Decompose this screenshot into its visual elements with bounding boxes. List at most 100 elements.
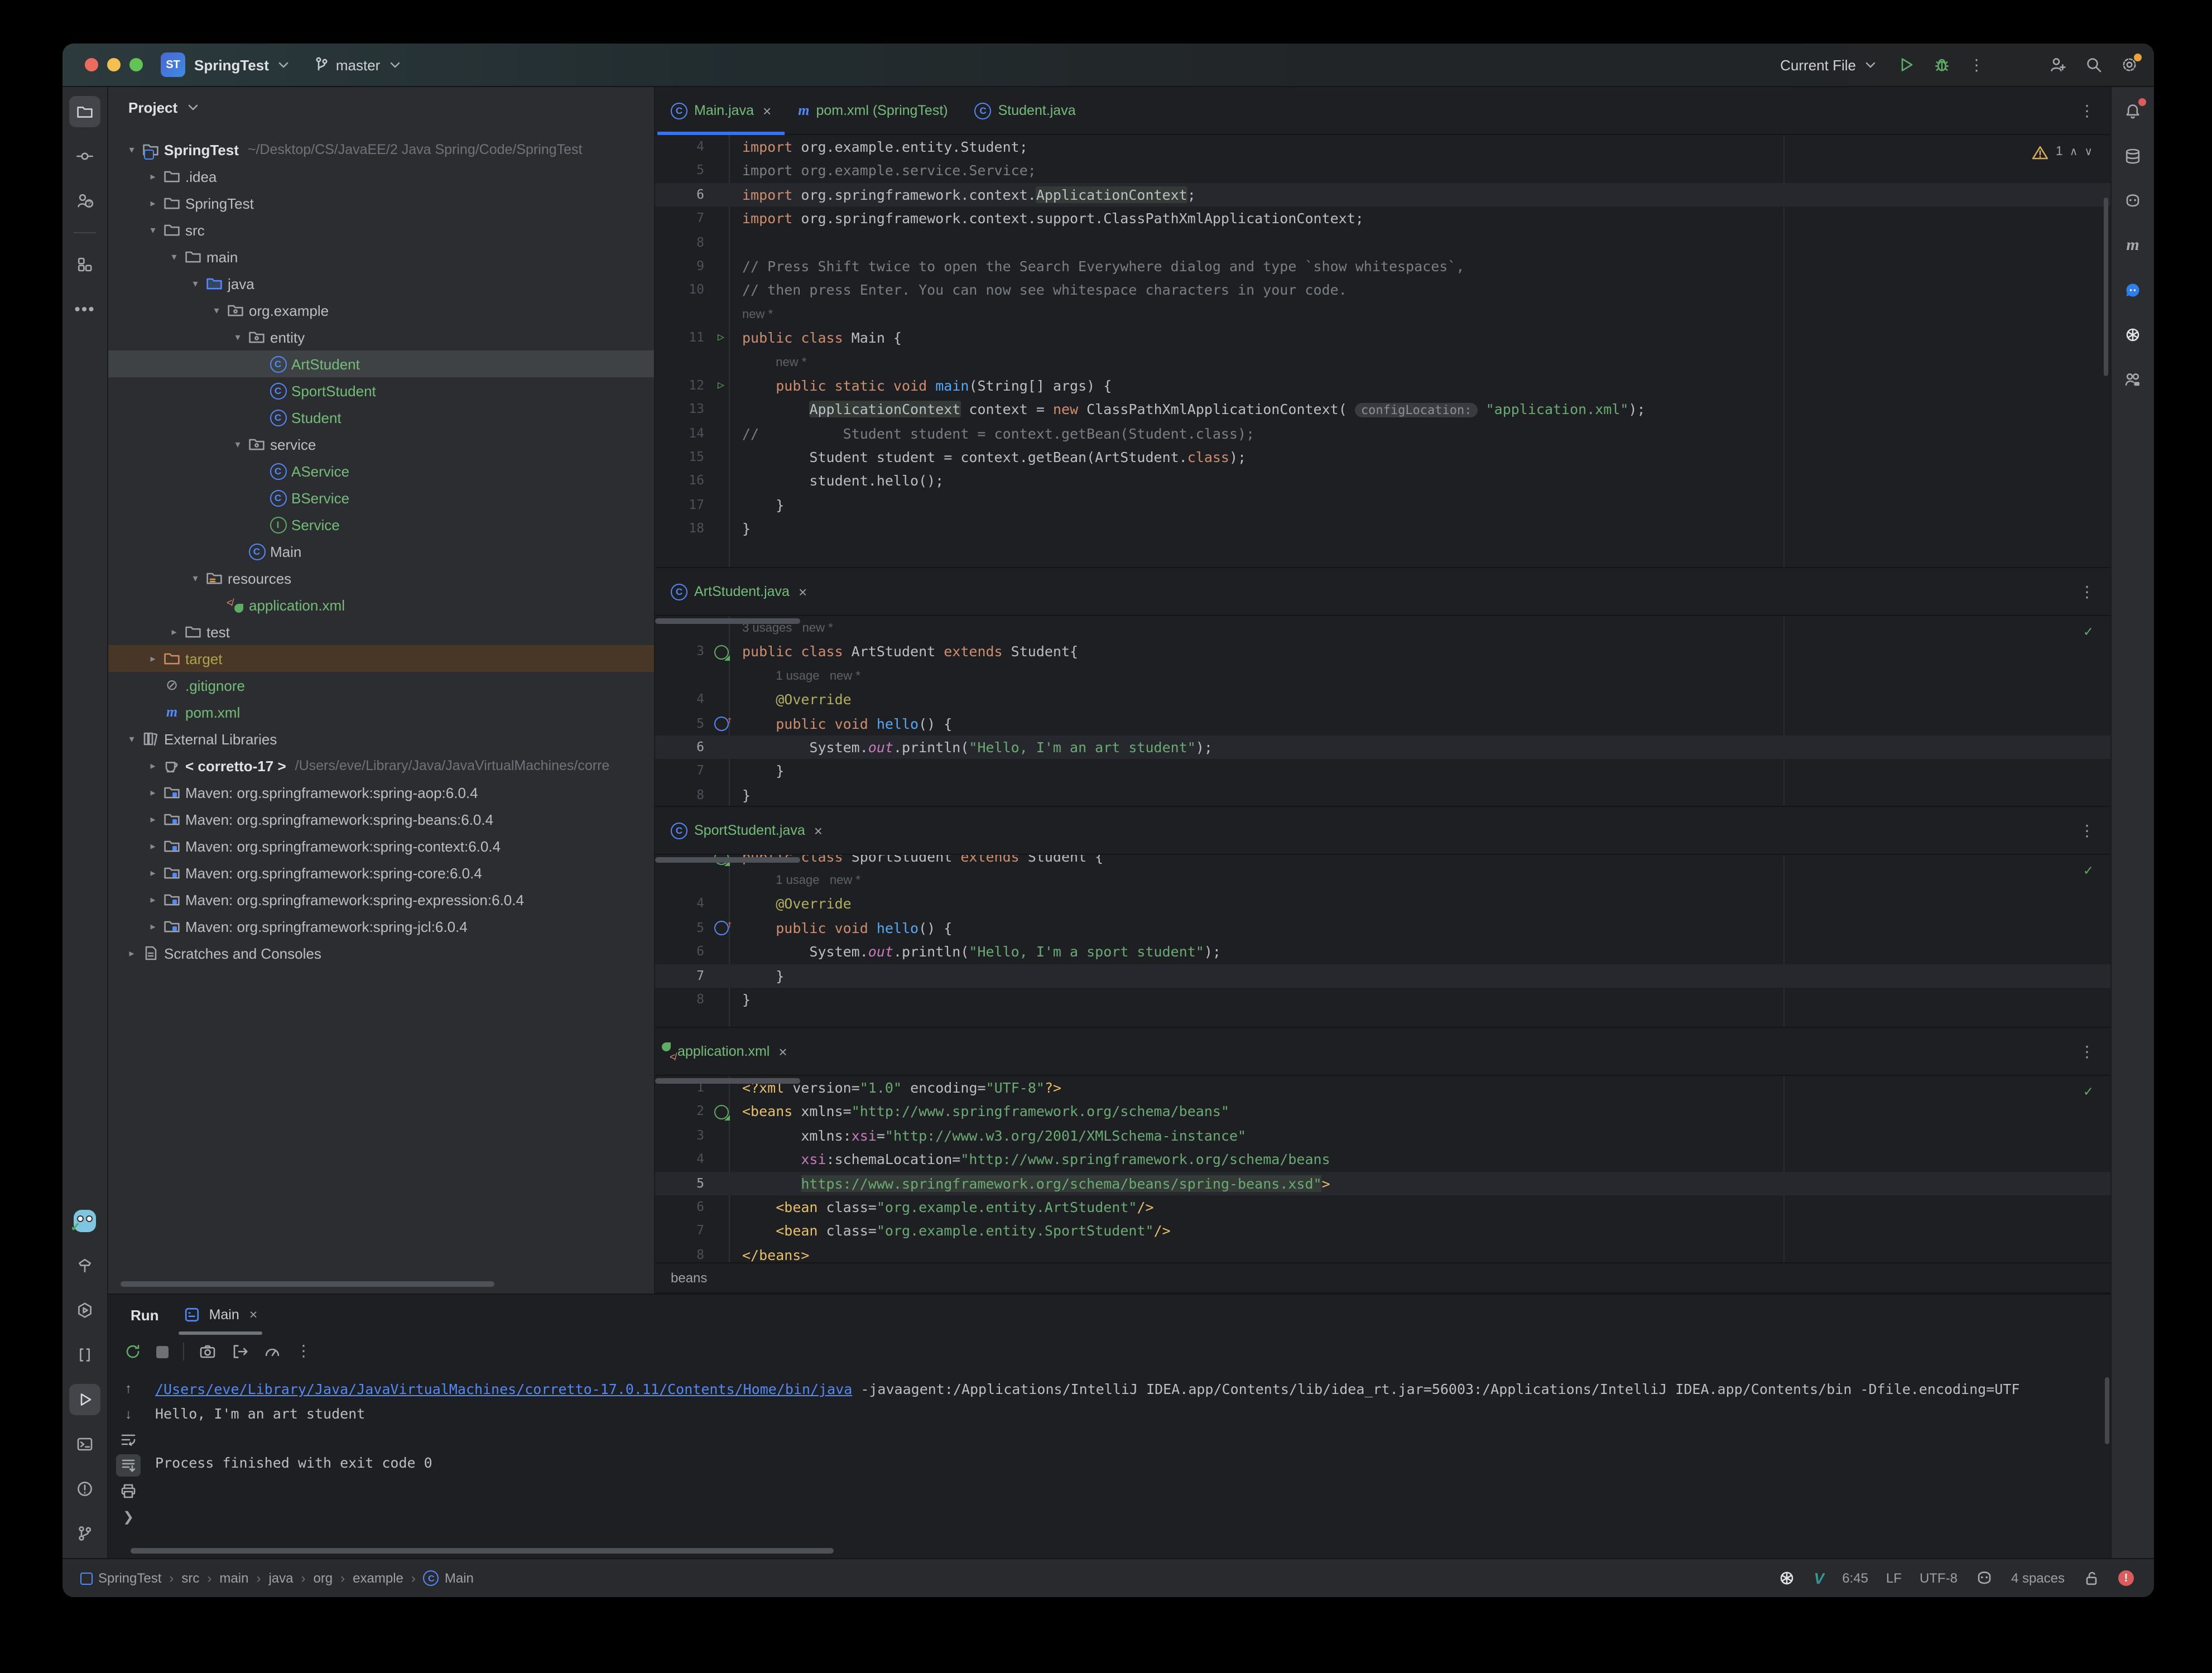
tree-expand-icon[interactable]: ▸ (166, 626, 182, 638)
line-number[interactable]: 8 (655, 988, 709, 1012)
breadcrumb-item-main[interactable]: C Main (423, 1570, 474, 1586)
line-number[interactable]: 2 (655, 1100, 709, 1124)
tree-item-springtest[interactable]: ▾ SpringTest ~/Desktop/CS/JavaEE/2 Java Sp… (108, 136, 654, 163)
more-tools-icon[interactable]: ••• (69, 294, 100, 325)
openai-icon[interactable] (2117, 319, 2148, 350)
line-number[interactable]: 8 (655, 783, 709, 806)
line-number[interactable]: 7 (655, 964, 709, 988)
tab-sportstudent-java[interactable]: C SportStudent.java × (657, 807, 836, 854)
inlay-hint[interactable]: 1 usage new * (742, 874, 860, 887)
thread-dump-button[interactable] (231, 1343, 249, 1360)
line-number[interactable]: 7 (655, 206, 709, 230)
editor-horizontal-scrollbar[interactable] (655, 618, 800, 624)
tab-application-xml[interactable]: </application.xml × (657, 1028, 801, 1075)
code-editor[interactable]: 4 import org.example.entity.Student; 5 impo… (655, 135, 2110, 567)
tree-item-idea[interactable]: ▸ .idea (108, 163, 654, 190)
line-number[interactable]: 5 (655, 159, 709, 183)
commit-icon[interactable] (69, 141, 100, 172)
tree-item-entity[interactable]: ▾ entity (108, 324, 654, 350)
next-occurrence-button[interactable]: ↓ (116, 1403, 141, 1425)
console-output[interactable]: /Users/eve/Library/Java/JavaVirtualMachi… (148, 1368, 2110, 1558)
breadcrumb-item-example[interactable]: example (353, 1570, 403, 1586)
settings-button[interactable] (2120, 54, 2142, 74)
line-number[interactable]: 4 (655, 135, 709, 159)
line-number[interactable]: 14 (655, 421, 709, 445)
tab-options-button[interactable]: ⋮ (2064, 101, 2110, 120)
tree-item-src[interactable]: ▾ src (108, 217, 654, 243)
line-separator-indicator[interactable]: LF (1886, 1570, 1902, 1586)
close-icon[interactable]: × (249, 1307, 258, 1323)
line-number[interactable]: 3 (655, 640, 709, 664)
tree-item-external-libraries[interactable]: ▾ External Libraries (108, 725, 654, 752)
tree-expand-icon[interactable]: ▸ (124, 947, 140, 959)
branch-selector[interactable]: master (312, 56, 403, 74)
tree-expand-icon[interactable]: ▸ (145, 759, 161, 772)
debug-button[interactable] (1933, 56, 1951, 74)
editor-horizontal-scrollbar[interactable] (655, 857, 800, 863)
tab-artstudent-java[interactable]: C ArtStudent.java × (657, 568, 820, 615)
tree-item-maven-org-springframework-spring-core-6-0-4[interactable]: ▸ Maven: org.springframework:spring-core:… (108, 859, 654, 886)
pull-requests-icon[interactable]: ? (69, 185, 100, 217)
tree-item-maven-org-springframework-spring-beans-6-0-4[interactable]: ▸ Maven: org.springframework:spring-beans… (108, 806, 654, 833)
build-icon[interactable] (69, 1250, 100, 1281)
close-icon[interactable]: × (763, 102, 771, 119)
tree-expand-icon[interactable]: ▾ (230, 331, 246, 343)
bean-gutter-icon[interactable] (709, 645, 733, 661)
tree-expand-icon[interactable]: ▾ (124, 143, 140, 156)
profiler-button[interactable] (263, 1343, 281, 1360)
inlay-hint[interactable]: 1 usage new * (742, 670, 860, 683)
tree-item-aservice[interactable]: C AService (108, 458, 654, 484)
soft-wrap-button[interactable] (116, 1429, 141, 1451)
tree-item-main[interactable]: ▾ main (108, 243, 654, 270)
tree-expand-icon[interactable]: ▸ (145, 893, 161, 906)
run-gutter-icon[interactable]: ▷ (709, 326, 733, 350)
line-number[interactable]: 6 (655, 183, 709, 207)
terminal-icon[interactable] (69, 1429, 100, 1460)
run-more-button[interactable]: ⋮ (296, 1342, 311, 1362)
copilot-status-icon[interactable] (1975, 1569, 1993, 1587)
breadcrumb-item-java[interactable]: java (268, 1570, 293, 1586)
line-number[interactable]: 17 (655, 493, 709, 517)
tree-item-corretto-17[interactable]: ▸ < corretto-17 > /Users/eve/Library/Java/… (108, 752, 654, 779)
line-number[interactable]: 8 (655, 1243, 709, 1262)
tree-item-target[interactable]: ▸ target (108, 645, 654, 672)
bean-gutter-icon[interactable] (709, 1104, 733, 1121)
line-number[interactable]: 4 (655, 688, 709, 711)
error-badge[interactable]: ! (2118, 1570, 2134, 1586)
tree-expand-icon[interactable]: ▸ (145, 840, 161, 852)
notifications-icon[interactable] (2117, 96, 2148, 127)
inspection-ok-icon[interactable]: ✓ (2084, 621, 2093, 645)
tree-item-service[interactable]: ▾ service (108, 431, 654, 458)
tab-options-button[interactable]: ⋮ (2064, 821, 2110, 840)
close-icon[interactable]: × (778, 1043, 787, 1060)
tree-item-resources[interactable]: ▾ resources (108, 565, 654, 592)
code-with-me-button[interactable] (2049, 56, 2067, 74)
line-number[interactable]: 5 (655, 916, 709, 940)
tree-item-student[interactable]: C Student (108, 404, 654, 431)
tree-item-scratches-and-consoles[interactable]: ▸ Scratches and Consoles (108, 940, 654, 967)
tree-item-maven-org-springframework-spring-jcl-6-0-4[interactable]: ▸ Maven: org.springframework:spring-jcl:6… (108, 913, 654, 940)
tab-main-java[interactable]: C Main.java × (657, 87, 785, 135)
encoding-indicator[interactable]: UTF-8 (1920, 1570, 1958, 1586)
line-number[interactable]: 7 (655, 1219, 709, 1243)
override-gutter-icon[interactable] (709, 710, 733, 733)
rerun-button[interactable] (124, 1343, 142, 1360)
run-configuration-selector[interactable]: Current File (1780, 56, 1879, 74)
structure-icon[interactable] (69, 249, 100, 280)
version-control-icon[interactable] (69, 1518, 100, 1549)
code-editor[interactable]: 3 usages new * 3 public class ArtStudent e… (655, 616, 2110, 806)
tree-expand-icon[interactable]: ▾ (187, 572, 203, 584)
tree-item-java[interactable]: ▾ java (108, 270, 654, 297)
tree-expand-icon[interactable]: ▸ (145, 867, 161, 879)
code-editor[interactable]: public class SportStudent extends Studen… (655, 855, 2110, 1027)
console-vertical-scrollbar[interactable] (2105, 1377, 2109, 1444)
chat-icon[interactable] (2117, 275, 2148, 306)
line-number[interactable]: 10 (655, 278, 709, 302)
code-editor[interactable]: 1 <?xml version="1.0" encoding="UTF-8"?> 2… (655, 1076, 2110, 1262)
line-number[interactable]: 18 (655, 517, 709, 541)
lock-icon[interactable] (2083, 1569, 2100, 1587)
tree-item-maven-org-springframework-spring-aop-6-0-4[interactable]: ▸ Maven: org.springframework:spring-aop:6… (108, 779, 654, 806)
project-tool-icon[interactable] (69, 96, 100, 127)
breadcrumb-item-main[interactable]: main (219, 1570, 248, 1586)
openai-status-icon[interactable] (1778, 1569, 1796, 1587)
